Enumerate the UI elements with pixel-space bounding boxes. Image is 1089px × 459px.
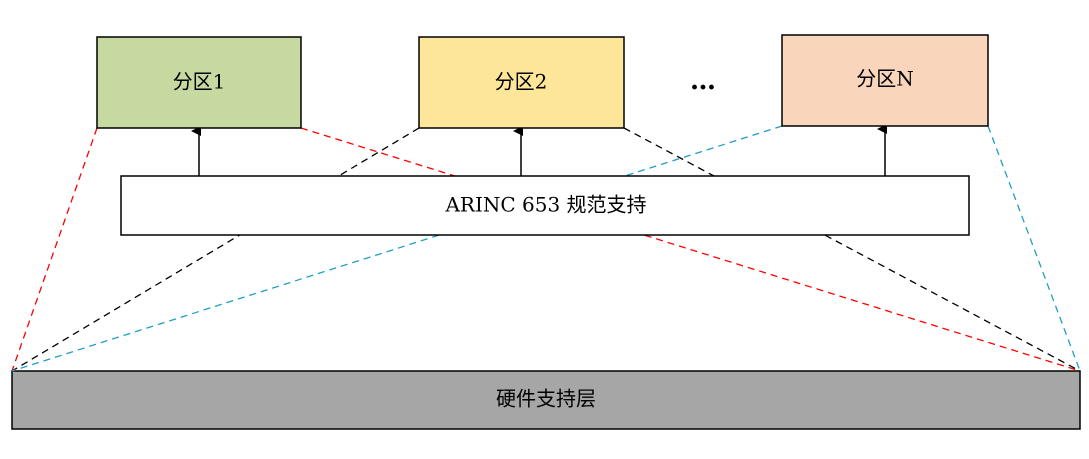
- arinc-653-layer: ARINC 653 规范支持: [120, 175, 970, 236]
- hardware-layer-label: 硬件支持层: [496, 387, 596, 411]
- diagram: 硬件支持层 ARINC 653 规范支持 分区1 分区2 … 分区N: [11, 34, 1081, 430]
- partition-n-label: 分区N: [856, 67, 914, 91]
- partition-2: 分区2: [418, 36, 625, 129]
- partition-1: 分区1: [96, 36, 302, 129]
- partition-2-label: 分区2: [495, 70, 548, 94]
- arinc-653-layer-label: ARINC 653 规范支持: [444, 193, 646, 217]
- projection-lines: [11, 125, 1081, 372]
- partition-ellipsis: …: [690, 66, 716, 96]
- support-arrows: [191, 124, 887, 176]
- partition-1-right-projection: [300, 127, 1081, 372]
- partition-n-right-projection: [987, 125, 1081, 372]
- partition-1-left-projection: [11, 127, 98, 372]
- partition-n: 分区N: [781, 34, 989, 127]
- partition-2-left-projection: [11, 127, 420, 372]
- partition-1-label: 分区1: [173, 70, 226, 94]
- hardware-layer: 硬件支持层: [11, 370, 1081, 430]
- partition-n-left-projection: [11, 125, 783, 372]
